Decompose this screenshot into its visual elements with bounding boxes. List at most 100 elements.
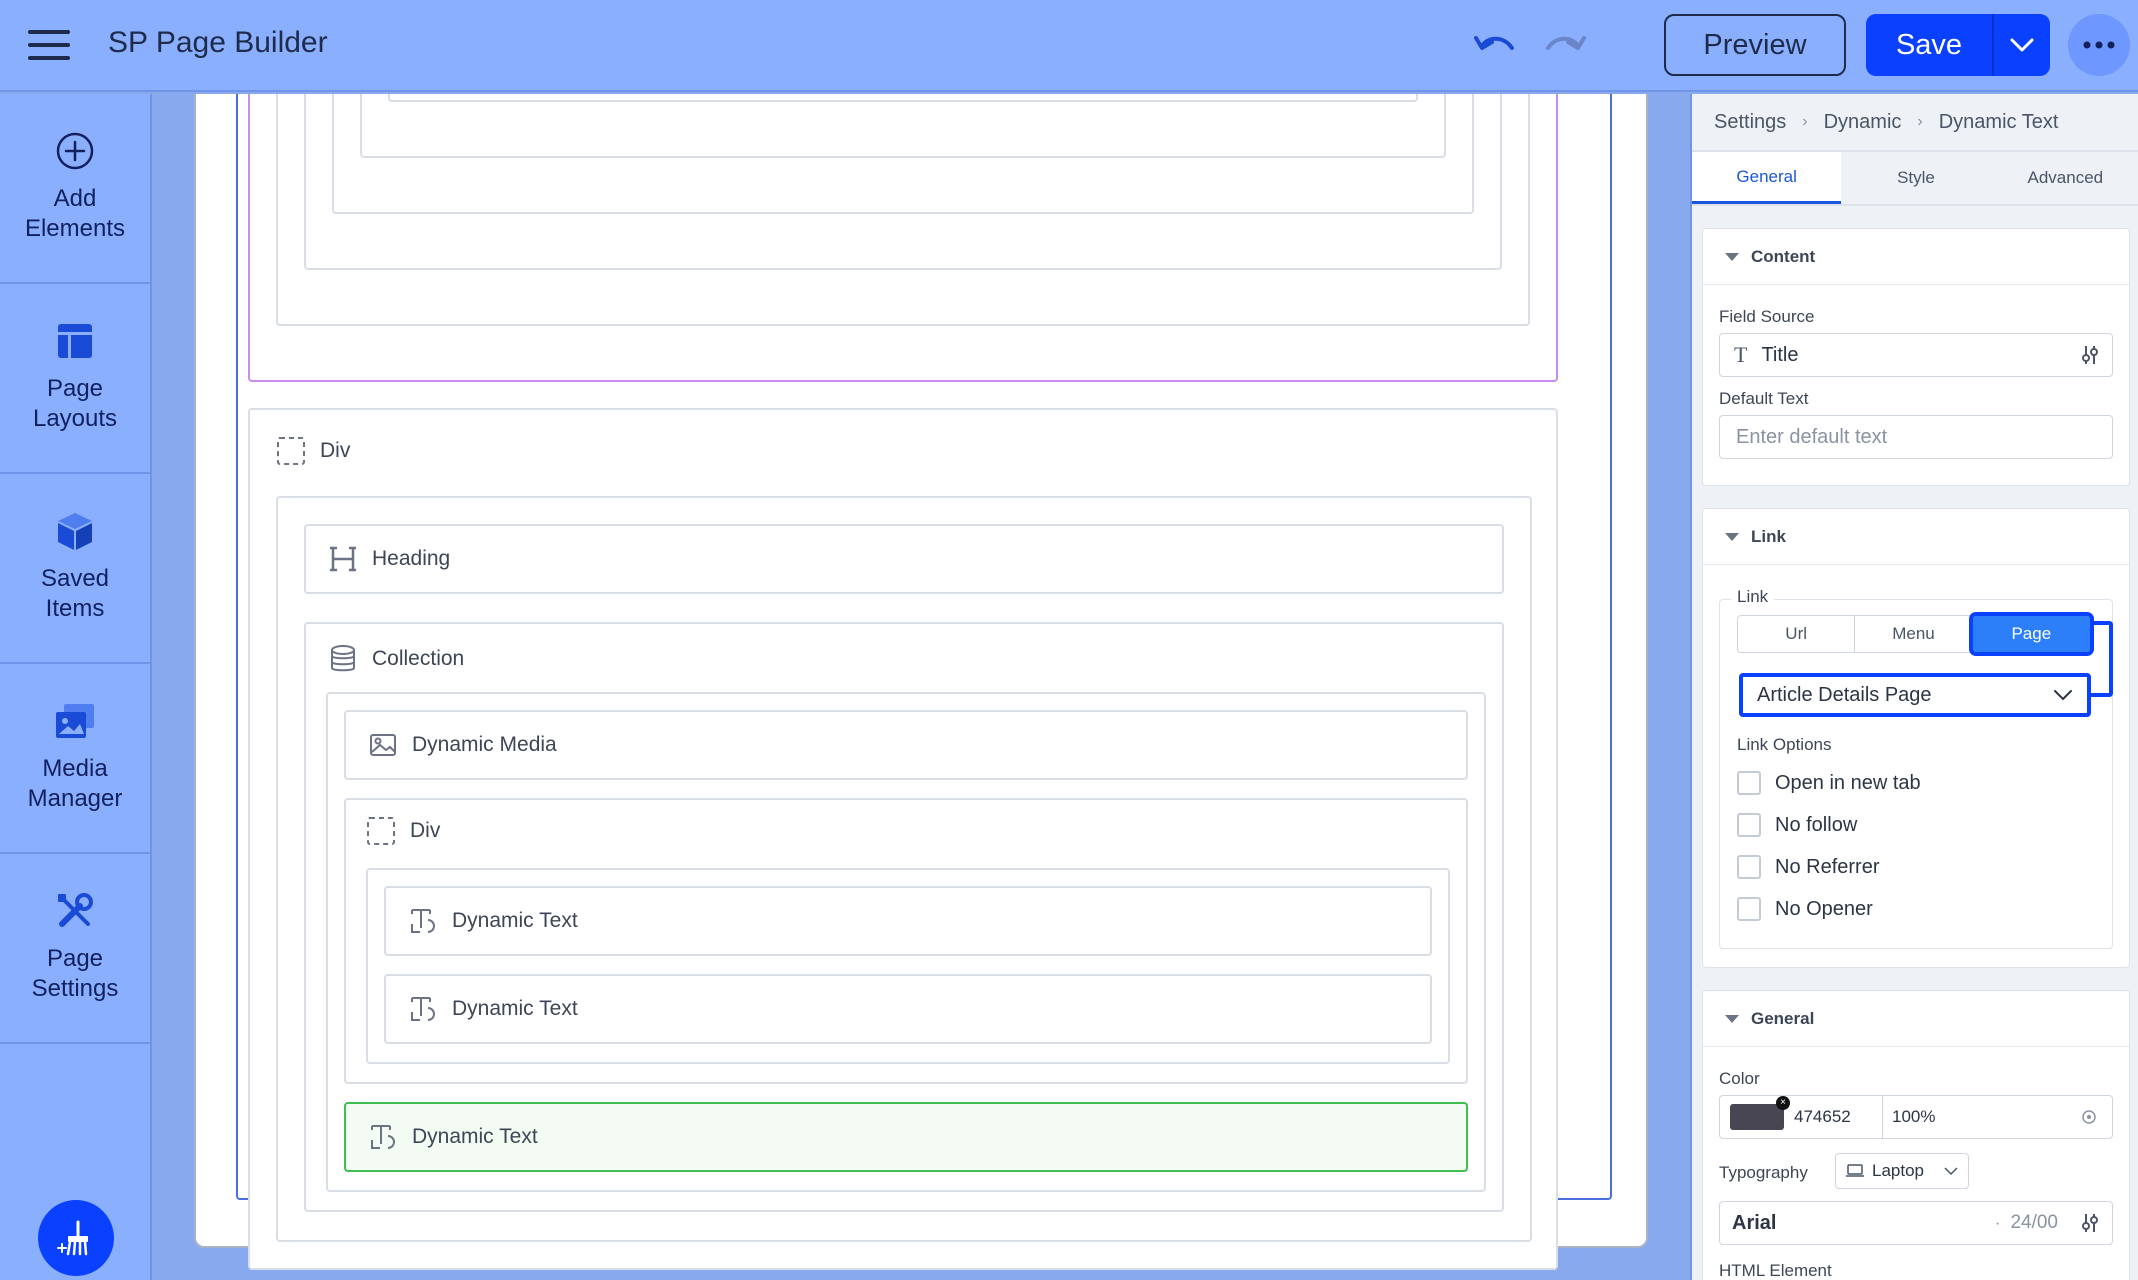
ai-magic-icon[interactable]: [38, 1200, 114, 1276]
link-header[interactable]: Link: [1703, 509, 2129, 565]
dynamic-source-icon[interactable]: [2080, 344, 2100, 366]
container-top-inner-4[interactable]: [388, 94, 1418, 102]
checkbox[interactable]: [1737, 897, 1761, 921]
checkbox[interactable]: [1737, 771, 1761, 795]
div-element-nested: Div: [366, 816, 440, 846]
tab-advanced[interactable]: Advanced: [1991, 152, 2138, 204]
save-options-chevron-icon[interactable]: [1994, 14, 2050, 76]
container-top-inner-3[interactable]: [360, 94, 1446, 158]
checkbox-label: No Referrer: [1775, 855, 1880, 878]
default-text-label: Default Text: [1719, 389, 1809, 408]
breadcrumb-item[interactable]: Dynamic: [1824, 111, 1902, 134]
undo-icon[interactable]: [1472, 28, 1516, 64]
settings-tabs: General Style Advanced: [1692, 150, 2138, 206]
checkbox-no-opener[interactable]: No Opener: [1737, 897, 1873, 921]
sidebar-item-page-layouts[interactable]: Page Layouts: [0, 284, 150, 474]
link-card: Link Link Url Menu Page Article Details …: [1702, 508, 2130, 968]
save-button-group: Save: [1866, 14, 2050, 76]
link-type-menu[interactable]: Menu: [1855, 616, 1973, 652]
page-select-value: Article Details Page: [1757, 683, 1932, 706]
div-container-nested[interactable]: Div Dynamic Text Dynamic Text: [344, 798, 1468, 1084]
div-label: Div: [320, 439, 351, 462]
collection-container[interactable]: Collection Dynamic Media Div Dynamic Tex…: [304, 622, 1504, 1212]
checkbox-label: No follow: [1775, 813, 1858, 836]
text-type-icon: T: [1734, 342, 1748, 367]
sidebar-item-label: Saved Items: [40, 565, 110, 622]
chevron-down-icon: [1944, 1166, 1958, 1176]
dynamic-text-element[interactable]: Dynamic Text: [384, 974, 1432, 1044]
preview-button[interactable]: Preview: [1664, 14, 1846, 76]
link-type-url[interactable]: Url: [1738, 616, 1856, 652]
dynamic-text-element[interactable]: Dynamic Text: [384, 886, 1432, 956]
clear-color-icon[interactable]: ×: [1776, 1096, 1790, 1110]
link-type-page[interactable]: Page: [1968, 612, 2094, 656]
font-name: Arial: [1732, 1211, 1777, 1234]
sidebar-item-label: Media Manager: [27, 755, 123, 812]
color-picker-field[interactable]: × 474652 100%: [1719, 1095, 2113, 1139]
caret-down-icon: [1725, 252, 1739, 261]
color-swatch[interactable]: ×: [1730, 1096, 1790, 1130]
plus-circle-icon: [54, 130, 96, 172]
general-card: General Color × 474652 100% Typography L…: [1702, 990, 2130, 1280]
breadcrumb-item[interactable]: Settings: [1714, 111, 1786, 134]
tools-icon: [54, 890, 96, 932]
dynamic-text-element-selected[interactable]: Dynamic Text: [344, 1102, 1468, 1172]
menu-icon[interactable]: [28, 28, 70, 62]
font-field[interactable]: Arial · 24/00: [1719, 1201, 2113, 1245]
checkbox-no-follow[interactable]: No follow: [1737, 813, 1857, 837]
page-select[interactable]: Article Details Page: [1739, 673, 2091, 717]
general-header[interactable]: General: [1703, 991, 2129, 1047]
reset-icon[interactable]: [2080, 1108, 2098, 1126]
more-options-icon[interactable]: [2068, 14, 2130, 76]
checkbox-no-referrer[interactable]: No Referrer: [1737, 855, 1879, 879]
checkbox[interactable]: [1737, 855, 1761, 879]
device-select[interactable]: Laptop: [1835, 1153, 1969, 1189]
font-size-value: 24/00: [2010, 1212, 2058, 1233]
sidebar-item-label: Page Settings: [31, 945, 119, 1002]
sidebar-item-page-settings[interactable]: Page Settings: [0, 854, 150, 1044]
div-nested-inner[interactable]: Dynamic Text Dynamic Text: [366, 868, 1450, 1064]
heading-element[interactable]: Heading: [304, 524, 1504, 594]
field-source-value: Title: [1761, 343, 1799, 366]
checkbox-open-new-tab[interactable]: Open in new tab: [1737, 771, 1921, 795]
dynamic-media-label: Dynamic Media: [412, 733, 557, 756]
tab-style[interactable]: Style: [1841, 152, 1990, 204]
sidebar-item-saved-items[interactable]: Saved Items: [0, 474, 150, 664]
typography-settings-icon[interactable]: [2080, 1212, 2100, 1234]
dynamic-media-element[interactable]: Dynamic Media: [344, 710, 1468, 780]
heading-label: Heading: [372, 547, 451, 570]
caret-down-icon: [1725, 532, 1739, 541]
chevron-down-icon: [2053, 689, 2073, 701]
cube-icon: [54, 510, 96, 552]
sidebar-item-media-manager[interactable]: Media Manager: [0, 664, 150, 854]
content-card: Content Field Source T Title Default Tex…: [1702, 228, 2130, 486]
checkbox-label: No Opener: [1775, 897, 1873, 920]
top-bar: SP Page Builder Preview Save: [0, 0, 2138, 92]
save-button[interactable]: Save: [1866, 14, 1992, 76]
redo-icon[interactable]: [1544, 28, 1588, 64]
tab-general[interactable]: General: [1692, 152, 1842, 204]
page-canvas: Div Heading Collection Dynamic Media Div…: [194, 94, 1648, 1270]
caret-down-icon: [1725, 1014, 1739, 1023]
sidebar-item-label: Page Layouts: [32, 375, 118, 432]
highlight-connector: [2091, 621, 2113, 697]
dynamic-text-icon: [408, 994, 438, 1024]
color-hex-value: 474652: [1794, 1107, 1851, 1126]
div-inner[interactable]: Heading Collection Dynamic Media Div Dyn…: [276, 496, 1532, 1242]
div-label: Div: [410, 819, 441, 842]
laptop-icon: [1846, 1164, 1864, 1178]
opacity-value[interactable]: 100%: [1892, 1107, 1935, 1127]
checkbox[interactable]: [1737, 813, 1761, 837]
default-text-input[interactable]: Enter default text: [1719, 415, 2113, 459]
breadcrumb-item-current: Dynamic Text: [1938, 110, 2059, 133]
heading-icon: [328, 544, 358, 574]
chevron-right-icon: ›: [1917, 113, 1923, 130]
content-header[interactable]: Content: [1703, 229, 2129, 285]
device-value: Laptop: [1872, 1161, 1924, 1180]
dashed-box-icon: [366, 816, 396, 846]
sidebar-item-add-elements[interactable]: Add Elements: [0, 94, 150, 284]
collection-inner[interactable]: Dynamic Media Div Dynamic Text Dynamic T…: [326, 692, 1486, 1192]
div-container[interactable]: Div Heading Collection Dynamic Media Div…: [248, 408, 1558, 1270]
dynamic-text-icon: [408, 906, 438, 936]
field-source-select[interactable]: T Title: [1719, 333, 2113, 377]
